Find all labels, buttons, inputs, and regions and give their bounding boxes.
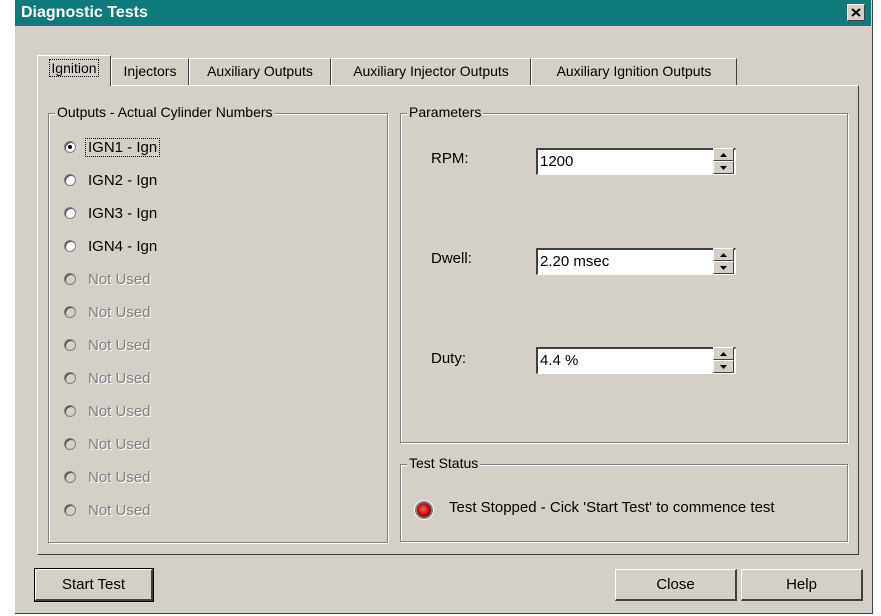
rpm-up-button[interactable]: [713, 148, 734, 161]
output-label: Not Used: [88, 501, 151, 519]
dwell-up-button[interactable]: [713, 248, 734, 261]
output-radio-unused-8: Not Used: [64, 367, 151, 389]
output-label: IGN3 - Ign: [88, 204, 158, 222]
arrow-up-icon: [720, 152, 727, 157]
outputs-group-title: Outputs - Actual Cylinder Numbers: [55, 104, 275, 120]
output-radio-unused-10: Not Used: [64, 433, 151, 455]
title-bar[interactable]: Diagnostic Tests: [15, 0, 871, 26]
dwell-spinner[interactable]: [713, 248, 734, 275]
arrow-down-icon: [720, 165, 727, 170]
rpm-down-button[interactable]: [713, 161, 734, 174]
output-radio-ign4[interactable]: IGN4 - Ign: [64, 235, 157, 257]
duty-spinner[interactable]: [713, 347, 734, 374]
test-status-group-title: Test Status: [407, 455, 481, 471]
tab-ignition[interactable]: Ignition: [37, 55, 111, 86]
window-title: Diagnostic Tests: [21, 4, 148, 21]
output-label: IGN2 - Ign: [88, 171, 158, 189]
status-indicator-icon: [415, 501, 433, 519]
output-radio-unused-12: Not Used: [64, 499, 151, 521]
parameters-group-title: Parameters: [407, 104, 484, 120]
tab-auxiliary-outputs[interactable]: Auxiliary Outputs: [189, 58, 331, 85]
tab-auxiliary-injector-outputs-label: Auxiliary Injector Outputs: [353, 63, 509, 79]
duty-input[interactable]: 4.4 %: [536, 347, 736, 374]
radio-button[interactable]: [64, 240, 76, 252]
arrow-up-icon: [720, 252, 727, 257]
output-radio-ign2[interactable]: IGN2 - Ign: [64, 169, 157, 191]
output-label: Not Used: [88, 369, 151, 387]
help-button[interactable]: Help: [741, 569, 863, 601]
radio-button-disabled: [64, 273, 76, 285]
duty-up-button[interactable]: [713, 347, 734, 360]
output-radio-unused-11: Not Used: [64, 466, 151, 488]
radio-button-disabled: [64, 504, 76, 516]
output-radio-unused-6: Not Used: [64, 301, 151, 323]
radio-button[interactable]: [64, 174, 76, 186]
radio-button-disabled: [64, 372, 76, 384]
output-label: Not Used: [88, 303, 151, 321]
radio-button-disabled: [64, 306, 76, 318]
output-label: Not Used: [88, 336, 151, 354]
tab-injectors-label: Injectors: [123, 63, 177, 79]
tab-auxiliary-injector-outputs[interactable]: Auxiliary Injector Outputs: [331, 58, 531, 85]
arrow-down-icon: [720, 364, 727, 369]
output-label: Not Used: [88, 435, 151, 453]
output-radio-unused-5: Not Used: [64, 268, 151, 290]
output-radio-unused-7: Not Used: [64, 334, 151, 356]
tab-auxiliary-ignition-outputs-label: Auxiliary Ignition Outputs: [556, 63, 712, 79]
output-label: Not Used: [88, 468, 151, 486]
rpm-label: RPM:: [431, 150, 469, 167]
output-label: Not Used: [88, 402, 151, 420]
test-status-text: Test Stopped - Cick 'Start Test' to comm…: [449, 499, 775, 516]
radio-button-disabled: [64, 438, 76, 450]
output-label: IGN1 - Ign: [85, 137, 161, 157]
output-label: IGN4 - Ign: [88, 237, 158, 255]
dwell-label: Dwell:: [431, 250, 472, 267]
tab-injectors[interactable]: Injectors: [111, 58, 189, 85]
tab-ignition-label: Ignition: [49, 59, 99, 77]
close-window-button[interactable]: [847, 4, 865, 21]
dwell-down-button[interactable]: [713, 261, 734, 274]
output-radio-ign3[interactable]: IGN3 - Ign: [64, 202, 157, 224]
tab-auxiliary-outputs-label: Auxiliary Outputs: [207, 63, 313, 79]
output-radio-ign1[interactable]: IGN1 - Ign: [64, 136, 161, 158]
dialog-window: Diagnostic Tests Ignition Injectors Auxi…: [15, 0, 873, 614]
ignition-tab-panel: Outputs - Actual Cylinder Numbers IGN1 -…: [37, 85, 859, 555]
radio-button-checked[interactable]: [64, 141, 76, 153]
arrow-up-icon: [720, 351, 727, 356]
duty-down-button[interactable]: [713, 360, 734, 373]
rpm-input[interactable]: 1200: [536, 148, 736, 175]
output-label: Not Used: [88, 270, 151, 288]
close-button[interactable]: Close: [615, 569, 737, 601]
outputs-group: Outputs - Actual Cylinder Numbers IGN1 -…: [48, 104, 388, 543]
tab-auxiliary-ignition-outputs[interactable]: Auxiliary Ignition Outputs: [531, 58, 737, 85]
arrow-down-icon: [720, 265, 727, 270]
duty-label: Duty:: [431, 350, 467, 367]
parameters-group: Parameters RPM: 1200 Dwell: 2.20 msec Du…: [400, 104, 848, 443]
dwell-input[interactable]: 2.20 msec: [536, 248, 736, 275]
close-icon: [851, 8, 861, 17]
radio-button-disabled: [64, 405, 76, 417]
rpm-spinner[interactable]: [713, 148, 734, 175]
radio-button-disabled: [64, 339, 76, 351]
radio-button-disabled: [64, 471, 76, 483]
output-radio-unused-9: Not Used: [64, 400, 151, 422]
start-test-button[interactable]: Start Test: [34, 568, 154, 602]
test-status-group: Test Status Test Stopped - Cick 'Start T…: [400, 455, 848, 542]
radio-button[interactable]: [64, 207, 76, 219]
